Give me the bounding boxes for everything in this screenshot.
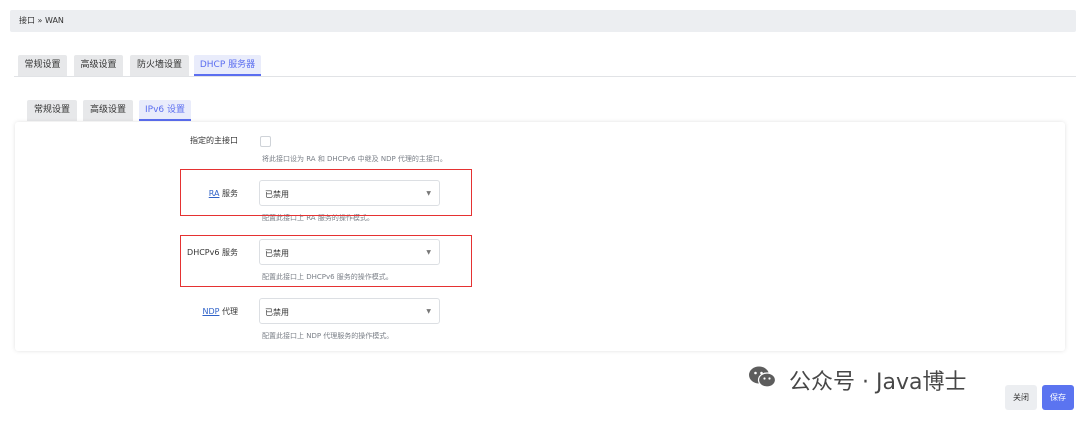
close-button[interactable]: 关闭 (1005, 385, 1037, 410)
ndp-proxy-label: NDP 代理 (98, 306, 238, 317)
master-interface-label: 指定的主接口 (190, 136, 238, 145)
tabs-divider (14, 76, 1076, 77)
master-interface-checkbox[interactable] (260, 136, 271, 147)
ndp-proxy-desc: 配置此接口上 NDP 代理服务的操作模式。 (262, 332, 394, 340)
chevron-down-icon: ▼ (426, 308, 431, 315)
ndp-label-rest: 代理 (219, 307, 238, 316)
ndp-abbr[interactable]: NDP (202, 307, 219, 316)
tab-firewall[interactable]: 防火墙设置 (130, 55, 189, 76)
subtab-general[interactable]: 常规设置 (27, 100, 77, 121)
breadcrumb-bar: 接口 » WAN (10, 10, 1076, 32)
tab-general[interactable]: 常规设置 (18, 55, 67, 76)
watermark: 公众号 · Java博士 (748, 364, 967, 395)
ndp-proxy-value: 已禁用 (265, 308, 289, 317)
breadcrumb: 接口 » WAN (19, 16, 64, 25)
dhcpv6-highlight-box (180, 235, 472, 287)
watermark-text: 公众号 · Java博士 (789, 370, 967, 395)
subtab-ipv6[interactable]: IPv6 设置 (139, 100, 191, 121)
wechat-icon (748, 365, 777, 395)
save-button[interactable]: 保存 (1042, 385, 1074, 410)
tab-advanced[interactable]: 高级设置 (74, 55, 123, 76)
ra-highlight-box (180, 169, 472, 216)
subtab-advanced[interactable]: 高级设置 (83, 100, 133, 121)
tab-dhcp-server[interactable]: DHCP 服务器 (194, 55, 261, 76)
master-interface-desc: 将此接口设为 RA 和 DHCPv6 中继及 NDP 代理的主接口。 (262, 155, 447, 163)
ndp-proxy-select[interactable]: 已禁用 ▼ (259, 298, 440, 324)
